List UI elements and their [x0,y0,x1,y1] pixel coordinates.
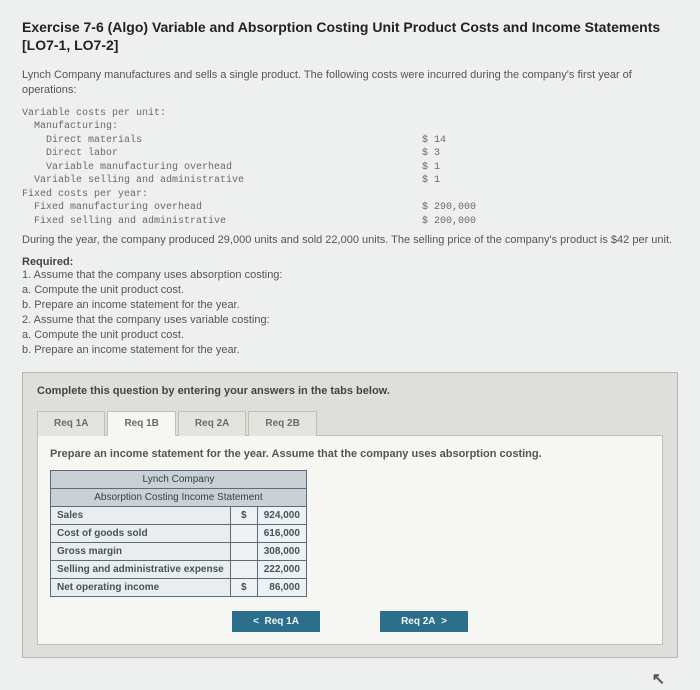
required-list: 1. Assume that the company uses absorpti… [22,268,678,357]
cogs-sym [230,524,257,542]
stmt-title: Absorption Costing Income Statement [51,488,307,506]
req-2: 2. Assume that the company uses variable… [22,313,678,328]
req-1a: a. Compute the unit product cost. [22,283,678,298]
sga-label[interactable]: Selling and administrative expense [51,560,231,578]
noi-label[interactable]: Net operating income [51,578,231,596]
sales-sym: $ [230,506,257,524]
prompt-box: Complete this question by entering your … [22,372,678,658]
cogs-label[interactable]: Cost of goods sold [51,524,231,542]
vsga-value: $ 1 [422,174,440,188]
tab-req-1b[interactable]: Req 1B [107,411,175,436]
sales-value[interactable]: 924,000 [257,506,306,524]
fix-heading: Fixed costs per year: [22,188,422,202]
intro-text: Lynch Company manufactures and sells a s… [22,68,678,97]
noi-sym: $ [230,578,257,596]
row-sga: Selling and administrative expense 222,0… [51,560,307,578]
vmoh-value: $ 1 [422,161,440,175]
row-noi: Net operating income $ 86,000 [51,578,307,596]
cost-block: Variable costs per unit: Manufacturing: … [22,107,678,229]
fmoh-value: $ 290,000 [422,201,476,215]
vmoh-label: Variable manufacturing overhead [22,161,422,175]
stmt-company: Lynch Company [51,470,307,488]
fsga-label: Fixed selling and administrative [22,215,422,229]
required-label: Required: [22,256,678,268]
tab-req-1a[interactable]: Req 1A [37,411,105,436]
prev-label: Req 1A [264,616,298,627]
tab-instruction: Prepare an income statement for the year… [50,448,650,460]
prev-button[interactable]: < Req 1A [232,611,320,632]
row-sales: Sales $ 924,000 [51,506,307,524]
dl-label: Direct labor [22,147,422,161]
req-1: 1. Assume that the company uses absorpti… [22,268,678,283]
gm-value[interactable]: 308,000 [257,542,306,560]
dm-label: Direct materials [22,134,422,148]
sga-sym [230,560,257,578]
noi-value[interactable]: 86,000 [257,578,306,596]
req-2b: b. Prepare an income statement for the y… [22,343,678,358]
nav-buttons: < Req 1A Req 2A > [50,611,650,632]
prompt-text: Complete this question by entering your … [37,385,390,397]
exercise-title: Exercise 7-6 (Algo) Variable and Absorpt… [22,18,678,54]
row-cogs: Cost of goods sold 616,000 [51,524,307,542]
fsga-value: $ 200,000 [422,215,476,229]
income-statement-table: Lynch Company Absorption Costing Income … [50,470,307,597]
req-1b: b. Prepare an income statement for the y… [22,298,678,313]
vsga-label: Variable selling and administrative [22,174,422,188]
gm-label[interactable]: Gross margin [51,542,231,560]
next-label: Req 2A [401,616,435,627]
tab-req-2b[interactable]: Req 2B [248,411,316,436]
fmoh-label: Fixed manufacturing overhead [22,201,422,215]
var-heading: Variable costs per unit: [22,107,422,121]
next-button[interactable]: Req 2A > [380,611,468,632]
cursor-icon: ↖ [652,669,665,689]
dl-value: $ 3 [422,147,440,161]
row-gross-margin: Gross margin 308,000 [51,542,307,560]
tab-bar: Req 1A Req 1B Req 2A Req 2B [37,411,663,436]
mfg-heading: Manufacturing: [22,120,422,134]
gm-sym [230,542,257,560]
sales-label[interactable]: Sales [51,506,231,524]
req-2a: a. Compute the unit product cost. [22,328,678,343]
sga-value[interactable]: 222,000 [257,560,306,578]
dm-value: $ 14 [422,134,446,148]
tab-req-2a[interactable]: Req 2A [178,411,246,436]
tab-body: Prepare an income statement for the year… [37,435,663,645]
cogs-value[interactable]: 616,000 [257,524,306,542]
production-note: During the year, the company produced 29… [22,234,678,246]
